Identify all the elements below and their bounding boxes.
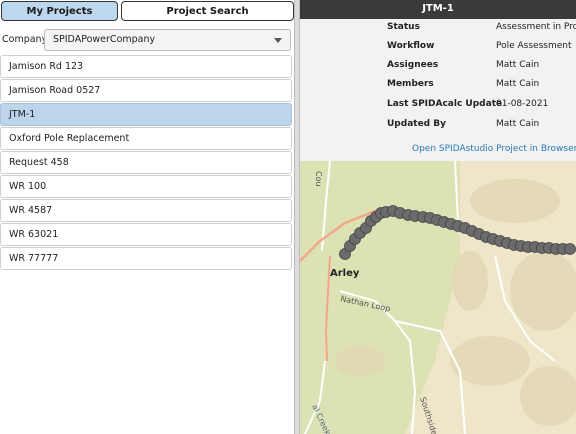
map-road-label-cou: Cou bbox=[314, 171, 323, 187]
detail-label: Members bbox=[387, 79, 434, 89]
detail-label: Assignees bbox=[387, 60, 439, 70]
list-item[interactable]: Jamison Rd 123 bbox=[0, 55, 292, 78]
detail-label: Status bbox=[387, 22, 420, 32]
list-item[interactable]: WR 63021 bbox=[0, 223, 292, 246]
detail-value: Assessment in Pro bbox=[496, 22, 576, 32]
app-window: My Projects Project Search Company SPIDA… bbox=[0, 0, 576, 434]
project-title: JTM-1 bbox=[300, 0, 576, 19]
detail-row: Status Assessment in Pro bbox=[300, 22, 576, 40]
detail-label: Last SPIDAcalc Update bbox=[387, 99, 503, 109]
list-item[interactable]: Request 458 bbox=[0, 151, 292, 174]
detail-row: Members Matt Cain bbox=[300, 79, 576, 97]
detail-value: Matt Cain bbox=[496, 79, 540, 89]
open-in-browser-link[interactable]: Open SPIDAstudio Project in Browser bbox=[412, 144, 576, 154]
tab-project-search[interactable]: Project Search bbox=[121, 1, 294, 21]
detail-row: Last SPIDAcalc Update 01-08-2021 bbox=[300, 99, 576, 117]
project-list: Jamison Rd 123 Jamison Road 0527 JTM-1 Oxfo… bbox=[0, 55, 292, 271]
chevron-down-icon bbox=[274, 38, 282, 43]
project-list-panel: My Projects Project Search Company SPIDA… bbox=[0, 0, 294, 434]
list-item[interactable]: Jamison Road 0527 bbox=[0, 79, 292, 102]
detail-row: Workflow Pole Assessment bbox=[300, 41, 576, 59]
company-label: Company bbox=[2, 34, 48, 45]
pole-marker[interactable] bbox=[564, 243, 576, 255]
project-details: Open SPIDAstudio Project in Browser Stat… bbox=[300, 19, 576, 161]
list-item[interactable]: WR 77777 bbox=[0, 247, 292, 270]
list-item[interactable]: JTM-1 bbox=[0, 103, 292, 126]
detail-label: Updated By bbox=[387, 119, 446, 129]
company-dropdown[interactable]: SPIDAPowerCompany bbox=[44, 29, 291, 51]
list-item[interactable]: WR 4587 bbox=[0, 199, 292, 222]
detail-value: 01-08-2021 bbox=[496, 99, 549, 109]
project-detail-panel: JTM-1 Open SPIDAstudio Project in Browse… bbox=[300, 0, 576, 434]
list-item[interactable]: WR 100 bbox=[0, 175, 292, 198]
list-item[interactable]: Oxford Pole Replacement bbox=[0, 127, 292, 150]
detail-row: Updated By Matt Cain bbox=[300, 119, 576, 137]
detail-label: Workflow bbox=[387, 41, 435, 51]
tab-my-projects[interactable]: My Projects bbox=[1, 1, 118, 21]
map-town-label: Arley bbox=[330, 268, 360, 279]
detail-value: Matt Cain bbox=[496, 60, 540, 70]
project-map[interactable]: Arley Nathan Loop Southside Cou al Creek bbox=[300, 161, 576, 434]
detail-value: Pole Assessment bbox=[496, 41, 572, 51]
company-selected-value: SPIDAPowerCompany bbox=[53, 34, 156, 45]
detail-value: Matt Cain bbox=[496, 119, 540, 129]
company-row: Company SPIDAPowerCompany bbox=[0, 29, 294, 51]
detail-row: Assignees Matt Cain bbox=[300, 60, 576, 78]
